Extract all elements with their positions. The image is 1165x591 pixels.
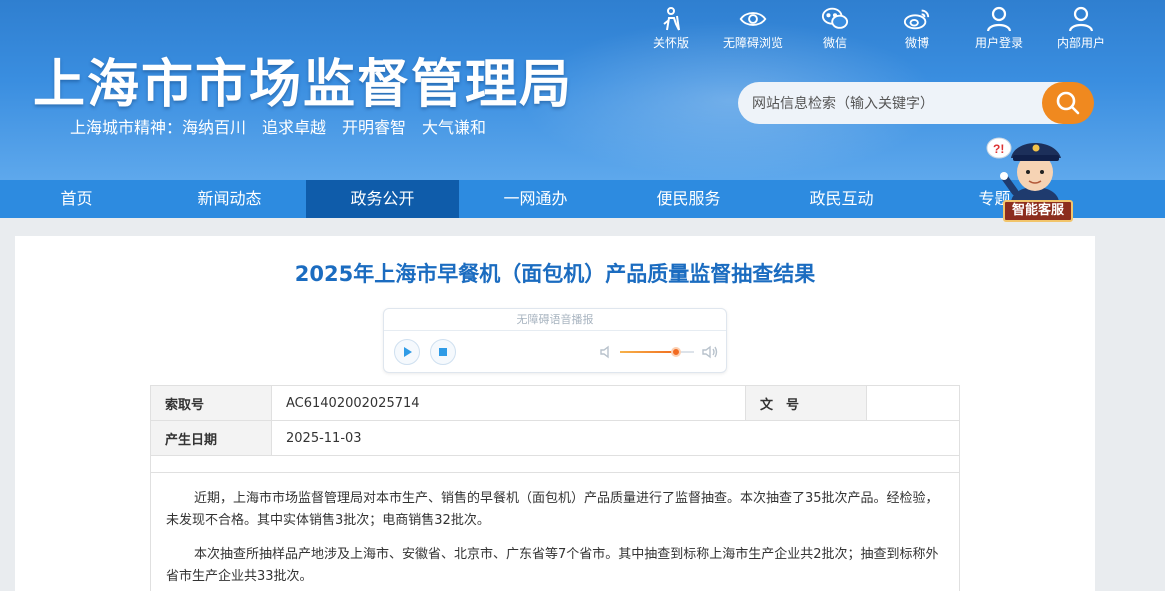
volume-slider[interactable] — [620, 347, 694, 357]
top-link-care[interactable]: 关怀版 — [630, 6, 712, 51]
date-label: 产生日期 — [150, 420, 272, 456]
player-title: 无障碍语音播报 — [384, 309, 726, 331]
index-value: AC61402002025714 — [271, 385, 746, 421]
volume-high-icon — [702, 345, 718, 359]
index-label: 索取号 — [150, 385, 272, 421]
weibo-icon — [903, 9, 930, 30]
user-icon — [1068, 6, 1094, 32]
nav-item-online-service[interactable]: 一网通办 — [459, 180, 612, 218]
nav-item-news[interactable]: 新闻动态 — [153, 180, 306, 218]
elderly-care-icon — [663, 7, 680, 31]
wechat-icon — [821, 7, 849, 29]
nav-item-home[interactable]: 首页 — [0, 180, 153, 218]
user-icon — [986, 6, 1012, 32]
doc-no-value — [866, 385, 960, 421]
smart-service-label[interactable]: 智能客服 — [1003, 200, 1073, 222]
nav-item-convenience[interactable]: 便民服务 — [612, 180, 765, 218]
table-row: 产生日期 2025-11-03 — [150, 420, 960, 456]
play-button[interactable] — [394, 339, 420, 365]
voice-player: 无障碍语音播报 — [383, 308, 727, 373]
nav-item-interaction[interactable]: 政民互动 — [765, 180, 918, 218]
article-paragraph: 近期，上海市市场监督管理局对本市生产、销售的早餐机（面包机）产品质量进行了监督抽… — [166, 491, 939, 528]
article-meta-table: 索取号 AC61402002025714 文 号 产生日期 2025-11-03 — [150, 385, 960, 456]
top-link-label: 关怀版 — [652, 36, 689, 50]
eye-icon — [739, 12, 767, 26]
top-link-internal[interactable]: 内部用户 — [1040, 6, 1122, 51]
table-row: 索取号 AC61402002025714 文 号 — [150, 385, 960, 421]
top-link-login[interactable]: 用户登录 — [958, 6, 1040, 51]
volume-slider-fill — [620, 351, 676, 353]
stop-icon — [439, 348, 447, 356]
top-links: 关怀版 无障碍浏览 微信 微博 用户登录 内部用户 — [630, 6, 1122, 51]
top-link-label: 微博 — [904, 36, 929, 50]
nav-item-gov-affairs[interactable]: 政务公开 — [306, 180, 459, 218]
top-link-weibo[interactable]: 微博 — [876, 6, 958, 51]
top-link-label: 用户登录 — [974, 36, 1023, 50]
search-input[interactable] — [738, 82, 1068, 124]
doc-no-label: 文 号 — [745, 385, 867, 421]
site-search — [738, 82, 1094, 124]
meta-divider — [150, 455, 960, 473]
top-link-wechat[interactable]: 微信 — [794, 6, 876, 51]
volume-slider-knob[interactable] — [670, 347, 681, 357]
stop-button[interactable] — [430, 339, 456, 365]
article-body: 近期，上海市市场监督管理局对本市生产、销售的早餐机（面包机）产品质量进行了监督抽… — [150, 473, 960, 591]
play-icon — [404, 347, 412, 357]
search-icon — [1056, 91, 1080, 115]
article-paragraph: 本次抽查所抽样品产地涉及上海市、安徽省、北京市、广东省等7个省市。其中抽查到标称… — [166, 547, 939, 584]
search-button[interactable] — [1042, 82, 1094, 124]
city-slogan: 上海城市精神：海纳百川 追求卓越 开明睿智 大气谦和 — [70, 118, 487, 137]
top-link-label: 内部用户 — [1056, 36, 1105, 50]
svg-text:?!: ?! — [993, 142, 1004, 156]
volume-low-icon — [600, 345, 609, 359]
top-link-label: 微信 — [822, 36, 847, 50]
article-title: 2025年上海市早餐机（面包机）产品质量监督抽查结果 — [294, 262, 816, 286]
site-title[interactable]: 上海市市场监督管理局 — [33, 42, 573, 117]
date-value: 2025-11-03 — [271, 420, 960, 456]
top-link-label: 无障碍浏览 — [722, 36, 783, 50]
top-link-accessibility[interactable]: 无障碍浏览 — [712, 6, 794, 51]
